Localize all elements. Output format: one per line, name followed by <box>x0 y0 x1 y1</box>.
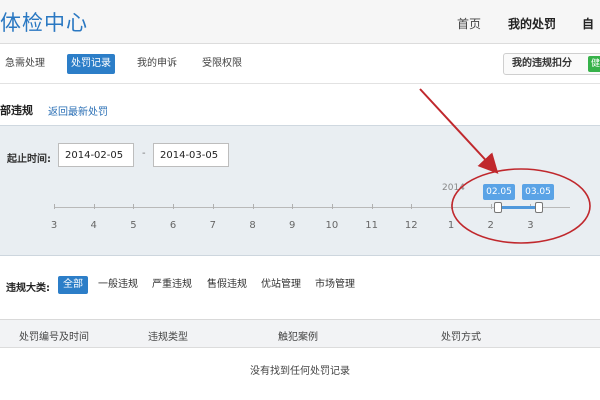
tab-my-appeals[interactable]: 我的申诉 <box>134 54 180 74</box>
nav-overflow-link[interactable]: 自 <box>582 15 594 32</box>
column-header-penalty-method: 处罚方式 <box>441 332 481 343</box>
category-all[interactable]: 全部 <box>58 276 88 294</box>
timeline-tick <box>173 204 175 209</box>
timeline-tick <box>54 204 55 209</box>
records-table-body: 没有找到任何处罚记录 <box>0 348 600 400</box>
timeline-tick-label[interactable]: 8 <box>243 220 263 231</box>
timeline-tick <box>490 204 492 209</box>
timeline-tick-label[interactable]: 11 <box>362 220 382 231</box>
end-date-input[interactable] <box>153 143 229 167</box>
timeline-tick-label[interactable]: 6 <box>163 220 183 231</box>
top-header: 体检中心 首页 我的处罚 自 <box>0 0 600 44</box>
nav-home-link[interactable]: 首页 <box>457 15 481 32</box>
timeline-tick <box>292 204 294 209</box>
back-to-latest-link[interactable]: 返回最新处罚 <box>48 103 108 118</box>
range-start-bubble: 02.05 <box>483 184 515 200</box>
health-toggle[interactable]: 健 <box>588 56 600 72</box>
category-serious[interactable]: 严重违规 <box>152 276 192 294</box>
nav-my-penalties-link[interactable]: 我的处罚 <box>508 15 556 32</box>
timeline-tick <box>252 204 254 209</box>
section-title: 部违规 <box>0 104 33 117</box>
date-separator: - <box>142 148 146 159</box>
timeline-tick <box>371 204 373 209</box>
column-header-violation-type: 违规类型 <box>148 332 188 343</box>
timeline-tick <box>331 204 333 209</box>
range-start-handle[interactable] <box>494 202 502 213</box>
category-filter-label: 违规大类: <box>6 283 50 294</box>
section-header: 部违规 返回最新处罚 <box>0 84 600 126</box>
empty-records-message: 没有找到任何处罚记录 <box>250 366 350 377</box>
selected-range-bar <box>498 206 539 209</box>
timeline-tick-label[interactable]: 5 <box>123 220 143 231</box>
category-filter-bar: 违规大类: 全部 一般违规 严重违规 售假违规 优站管理 市场管理 <box>0 256 600 320</box>
range-end-handle[interactable] <box>535 202 543 213</box>
timeline-tick-label[interactable]: 12 <box>401 220 421 231</box>
category-market-management[interactable]: 市场管理 <box>315 276 355 294</box>
column-header-violation-case: 触犯案例 <box>278 332 318 343</box>
column-header-id-time: 处罚编号及时间 <box>19 332 89 343</box>
timeline-slider-track[interactable] <box>54 207 570 208</box>
category-counterfeit[interactable]: 售假违规 <box>207 276 247 294</box>
start-date-input[interactable] <box>58 143 134 167</box>
tab-restricted-permissions[interactable]: 受限权限 <box>199 54 245 74</box>
records-table-header: 处罚编号及时间 违规类型 触犯案例 处罚方式 <box>0 320 600 348</box>
timeline-tick <box>411 204 413 209</box>
timeline-tick-label[interactable]: 4 <box>84 220 104 231</box>
timeline-tick-label[interactable]: 2 <box>481 220 501 231</box>
timeline-tick <box>133 204 135 209</box>
timeline-tick <box>451 204 452 209</box>
year-label: 2014 <box>442 183 465 193</box>
sub-navigation: 急需处理 处罚记录 我的申诉 受限权限 我的违规扣分 健 <box>0 44 600 84</box>
category-general[interactable]: 一般违规 <box>98 276 138 294</box>
timeline-tick <box>212 204 214 209</box>
category-store-management[interactable]: 优站管理 <box>261 276 301 294</box>
tab-urgent[interactable]: 急需处理 <box>2 54 48 74</box>
score-button-label: 我的违规扣分 <box>512 58 572 69</box>
range-end-bubble: 03.05 <box>522 184 554 200</box>
time-range-label: 起止时间: <box>7 154 51 165</box>
time-range-panel: 起止时间: - 2014 3456789101112123 02.05 03.0… <box>0 126 600 256</box>
timeline-tick-label[interactable]: 3 <box>44 220 64 231</box>
site-logo[interactable]: 体检中心 <box>0 7 88 37</box>
timeline-tick-label[interactable]: 9 <box>282 220 302 231</box>
timeline-tick-label[interactable]: 1 <box>441 220 461 231</box>
timeline-tick <box>93 204 95 209</box>
tab-penalty-records[interactable]: 处罚记录 <box>67 54 115 74</box>
timeline-tick-label[interactable]: 10 <box>322 220 342 231</box>
timeline-tick-label[interactable]: 3 <box>520 220 540 231</box>
timeline-tick-label[interactable]: 7 <box>203 220 223 231</box>
my-violation-score-button[interactable]: 我的违规扣分 <box>503 53 600 75</box>
